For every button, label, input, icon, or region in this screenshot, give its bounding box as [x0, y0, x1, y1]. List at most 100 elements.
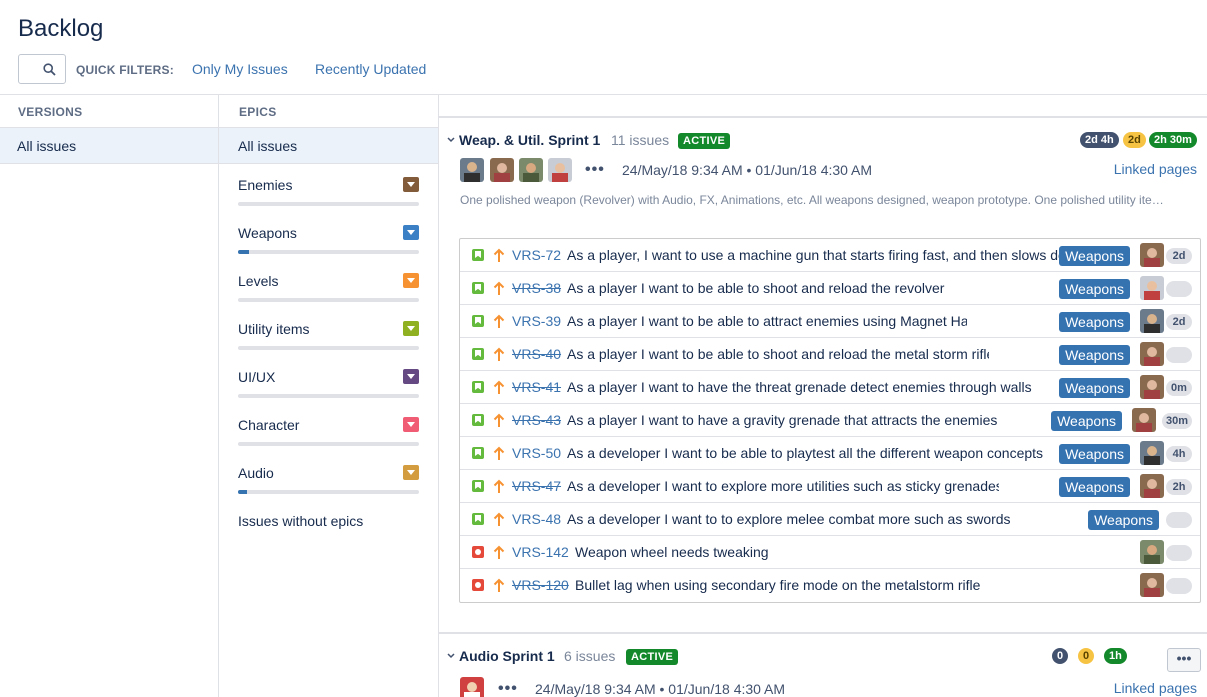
epic-label[interactable]: Weapons — [1051, 411, 1122, 431]
epic-progress-bar — [238, 250, 419, 254]
issue-row[interactable]: VRS-50 As a developer I want to be able t… — [460, 437, 1200, 470]
estimate-todo-badge: 2d 4h — [1080, 132, 1119, 148]
epic-label[interactable]: Weapons — [1088, 510, 1159, 530]
avatar[interactable] — [1140, 573, 1164, 597]
avatar[interactable] — [1140, 441, 1164, 465]
epic-dropdown-icon[interactable] — [403, 465, 419, 480]
issue-key[interactable]: VRS-72 — [512, 247, 561, 263]
sprint-name[interactable]: Weap. & Util. Sprint 1 — [459, 132, 600, 148]
epic-label[interactable]: Weapons — [1059, 378, 1130, 398]
avatar[interactable] — [1140, 276, 1164, 300]
epic-label[interactable]: Weapons — [1059, 246, 1130, 266]
issue-row[interactable]: VRS-48 As a developer I want to to explor… — [460, 503, 1200, 536]
more-members-icon[interactable]: ••• — [498, 680, 518, 697]
issue-key[interactable]: VRS-50 — [512, 445, 561, 461]
estimate-badge — [1166, 281, 1192, 297]
epic-dropdown-icon[interactable] — [403, 369, 419, 384]
issue-row[interactable]: VRS-43 As a player I want to have a gravi… — [460, 404, 1200, 437]
linked-pages-link[interactable]: Linked pages — [1114, 680, 1197, 696]
bug-icon — [472, 546, 484, 558]
estimate-badge — [1166, 545, 1192, 561]
avatar[interactable] — [1132, 408, 1156, 432]
epic-progress-bar — [238, 298, 419, 302]
versions-panel: VERSIONS All issues — [0, 95, 219, 697]
epic-progress-bar — [238, 202, 419, 206]
issues-without-epics[interactable]: Issues without epics — [238, 513, 363, 529]
sprint-name[interactable]: Audio Sprint 1 — [459, 648, 555, 664]
issue-key[interactable]: VRS-120 — [512, 577, 569, 593]
avatar[interactable] — [1140, 540, 1164, 564]
epics-panel: EPICS All issues Enemies Weapons Levels Uti… — [219, 95, 439, 697]
sprint-actions-button[interactable]: ••• — [1167, 648, 1201, 672]
sprint-issue-count: 6 issues — [564, 648, 616, 664]
epic-dropdown-icon[interactable] — [403, 177, 419, 192]
status-badge: ACTIVE — [626, 649, 679, 665]
priority-high-icon — [493, 380, 505, 394]
epic-label[interactable]: Weapons — [1059, 477, 1130, 497]
more-members-icon[interactable]: ••• — [585, 161, 605, 179]
epic-label[interactable]: Weapons — [1059, 279, 1130, 299]
issue-key[interactable]: VRS-142 — [512, 544, 569, 560]
epic-dropdown-icon[interactable] — [403, 225, 419, 240]
issue-summary: As a player I want to have a gravity gre… — [567, 412, 998, 428]
epics-all-issues[interactable]: All issues — [219, 127, 438, 164]
avatar[interactable] — [1140, 375, 1164, 399]
epic-name: UI/UX — [238, 369, 276, 385]
epic-item[interactable]: Levels — [238, 273, 419, 302]
epic-item[interactable]: Weapons — [238, 225, 419, 254]
versions-all-issues[interactable]: All issues — [0, 127, 218, 164]
epic-label[interactable]: Weapons — [1059, 444, 1130, 464]
issue-key[interactable]: VRS-40 — [512, 346, 561, 362]
avatar[interactable] — [1140, 342, 1164, 366]
filter-only-my-issues[interactable]: Only My Issues — [192, 61, 288, 77]
issue-key[interactable]: VRS-38 — [512, 280, 561, 296]
issue-row[interactable]: VRS-142 Weapon wheel needs tweaking — [460, 536, 1200, 569]
page-title: Backlog — [18, 15, 104, 42]
search-input[interactable] — [18, 54, 66, 84]
epic-label[interactable]: Weapons — [1059, 345, 1130, 365]
priority-high-icon — [493, 479, 505, 493]
issue-key[interactable]: VRS-43 — [512, 412, 561, 428]
issue-row[interactable]: VRS-40 As a player I want to be able to s… — [460, 338, 1200, 371]
story-icon — [472, 315, 484, 327]
story-icon — [472, 447, 484, 459]
epic-progress-bar — [238, 442, 419, 446]
avatar[interactable] — [548, 158, 572, 182]
epic-dropdown-icon[interactable] — [403, 321, 419, 336]
avatar[interactable] — [490, 158, 514, 182]
avatar[interactable] — [460, 158, 484, 182]
estimate-badge: 2d — [1166, 248, 1192, 264]
chevron-down-icon[interactable] — [446, 651, 456, 661]
story-icon — [472, 282, 484, 294]
issue-key[interactable]: VRS-48 — [512, 511, 561, 527]
estimate-badge: 2d — [1166, 314, 1192, 330]
chevron-down-icon[interactable] — [446, 135, 456, 145]
issue-row[interactable]: VRS-39 As a player I want to be able to a… — [460, 305, 1200, 338]
epic-item[interactable]: Enemies — [238, 177, 419, 206]
issue-row[interactable]: VRS-47 As a developer I want to explore m… — [460, 470, 1200, 503]
avatar[interactable] — [1140, 474, 1164, 498]
priority-high-icon — [493, 281, 505, 295]
epic-item[interactable]: UI/UX — [238, 369, 419, 398]
linked-pages-link[interactable]: Linked pages — [1114, 161, 1197, 177]
issue-row[interactable]: VRS-120 Bullet lag when using secondary f… — [460, 569, 1200, 602]
epic-item[interactable]: Character — [238, 417, 419, 446]
avatar[interactable] — [1140, 309, 1164, 333]
avatar[interactable] — [1140, 243, 1164, 267]
priority-high-icon — [493, 578, 505, 592]
epic-dropdown-icon[interactable] — [403, 417, 419, 432]
issue-row[interactable]: VRS-41 As a player I want to have the thr… — [460, 371, 1200, 404]
issue-key[interactable]: VRS-47 — [512, 478, 561, 494]
avatar[interactable] — [519, 158, 543, 182]
estimate-done-badge: 2h 30m — [1149, 132, 1197, 148]
issue-row[interactable]: VRS-72 As a player, I want to use a machi… — [460, 239, 1200, 272]
issue-row[interactable]: VRS-38 As a player I want to be able to s… — [460, 272, 1200, 305]
epic-dropdown-icon[interactable] — [403, 273, 419, 288]
issue-key[interactable]: VRS-39 — [512, 313, 561, 329]
epic-label[interactable]: Weapons — [1059, 312, 1130, 332]
epic-item[interactable]: Utility items — [238, 321, 419, 350]
avatar[interactable] — [460, 677, 484, 697]
filter-recently-updated[interactable]: Recently Updated — [315, 61, 426, 77]
issue-key[interactable]: VRS-41 — [512, 379, 561, 395]
epic-item[interactable]: Audio — [238, 465, 419, 494]
